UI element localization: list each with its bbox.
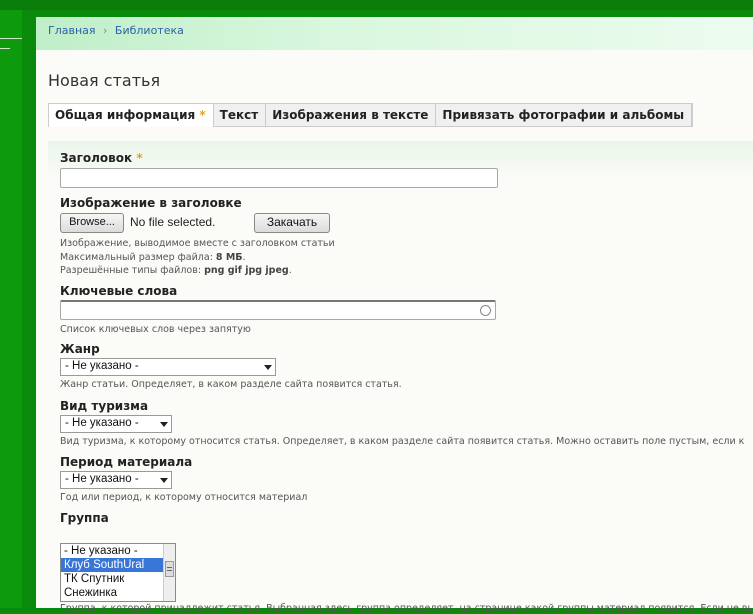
title-label-text: Заголовок: [60, 151, 133, 165]
breadcrumb: Главная › Библиотека: [36, 17, 753, 50]
scrollbar-thumb-icon[interactable]: [165, 561, 174, 577]
breadcrumb-library-link[interactable]: Библиотека: [115, 24, 184, 37]
period-label: Период материала: [60, 455, 193, 469]
chevron-down-icon: [264, 365, 272, 370]
frame-line: [0, 38, 22, 39]
period-desc: Год или период, к которому относится мат…: [60, 492, 308, 503]
group-option[interactable]: ТК Спутник: [61, 572, 164, 586]
max-file-size-desc: Максимальный размер файла: 8 МБ.: [60, 252, 246, 263]
frame-line: [0, 48, 10, 49]
left-frame-band: [0, 10, 22, 608]
top-frame-strip: [0, 0, 753, 10]
title-input[interactable]: [60, 168, 498, 188]
genre-selected-value: - Не указано -: [65, 360, 139, 372]
tourism-type-label: Вид туризма: [60, 399, 149, 413]
group-option[interactable]: - Не указано -: [61, 544, 164, 558]
browse-button[interactable]: Browse...: [60, 213, 124, 233]
genre-desc: Жанр статьи. Определяет, в каком разделе…: [60, 379, 402, 390]
page-content: Главная › Библиотека Новая статья Общая …: [36, 17, 753, 614]
genre-label: Жанр: [60, 342, 100, 356]
page-title: Новая статья: [48, 71, 161, 90]
group-option-selected[interactable]: Клуб SouthUral: [61, 558, 164, 572]
chevron-down-icon: [160, 422, 168, 427]
group-option[interactable]: Снежинка: [61, 586, 164, 600]
tab-inline-images[interactable]: Изображения в тексте: [266, 104, 437, 126]
group-listbox[interactable]: - Не указано - Клуб SouthUral ТК Спутник…: [60, 543, 176, 602]
upload-button[interactable]: Закачать: [254, 213, 330, 233]
tourism-type-select[interactable]: - Не указано -: [60, 415, 172, 433]
tab-bar: Общая информация * Текст Изображения в т…: [48, 103, 753, 144]
breadcrumb-home-link[interactable]: Главная: [48, 24, 96, 37]
autocomplete-throbber-icon: [480, 305, 491, 316]
group-label: Группа: [60, 511, 109, 525]
tourism-type-desc: Вид туризма, к которому относится статья…: [60, 436, 745, 447]
listbox-scrollbar[interactable]: [163, 544, 175, 601]
header-image-label: Изображение в заголовке: [60, 196, 242, 210]
breadcrumb-separator: ›: [103, 24, 108, 37]
tab-attach-photos[interactable]: Привязать фотографии и альбомы: [436, 104, 693, 126]
keywords-label: Ключевые слова: [60, 284, 178, 298]
period-select[interactable]: - Не указано -: [60, 471, 172, 489]
file-status: No file selected.: [130, 215, 216, 229]
tab-general-info[interactable]: Общая информация *: [49, 104, 214, 127]
required-marker: *: [136, 151, 143, 165]
general-info-form: Заголовок * Изображение в заголовке Brow…: [48, 141, 753, 614]
keywords-input[interactable]: [60, 300, 496, 320]
chevron-down-icon: [160, 478, 168, 483]
group-desc: Группа, к которой принадлежит статья. Вы…: [60, 603, 753, 614]
title-label: Заголовок *: [60, 151, 143, 165]
genre-select[interactable]: - Не указано -: [60, 358, 276, 376]
tourism-type-selected-value: - Не указано -: [65, 417, 139, 429]
tab-text[interactable]: Текст: [213, 104, 267, 126]
period-selected-value: - Не указано -: [65, 473, 139, 485]
tab-label: Общая информация: [55, 108, 196, 122]
keywords-desc: Список ключевых слов через запятую: [60, 324, 251, 335]
allowed-types-desc: Разрешённые типы файлов: png gif jpg jpe…: [60, 265, 292, 276]
required-marker: *: [199, 108, 206, 122]
header-image-desc: Изображение, выводимое вместе с заголовк…: [60, 238, 335, 249]
